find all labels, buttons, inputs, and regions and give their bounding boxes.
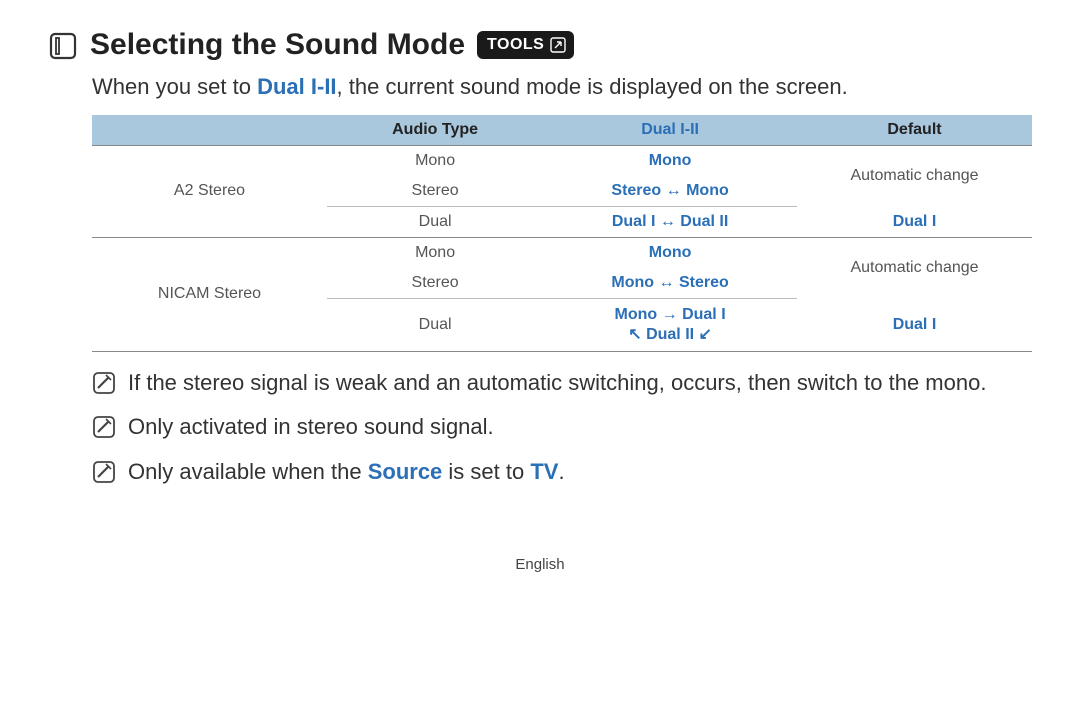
note3-pre: Only available when the bbox=[128, 459, 368, 484]
page-title: Selecting the Sound Mode bbox=[90, 28, 465, 62]
cell-dual-line2: ↖ Dual II ↙ bbox=[628, 326, 712, 343]
th-audio-type: Audio Type bbox=[327, 115, 543, 146]
sound-mode-table: Audio Type Dual I-II Default A2 Stereo M… bbox=[92, 115, 1032, 352]
cell-default: Automatic change bbox=[797, 237, 1032, 298]
cell-dual: Stereo ↔ Mono bbox=[543, 176, 797, 207]
table-row: A2 Stereo Mono Mono Automatic change bbox=[92, 145, 1032, 176]
cell-audio: Stereo bbox=[327, 176, 543, 207]
cell-default: Dual I bbox=[797, 298, 1032, 351]
cell-audio: Mono bbox=[327, 145, 543, 176]
note3-post: . bbox=[558, 459, 564, 484]
cell-default: Automatic change bbox=[797, 145, 1032, 206]
note-icon bbox=[92, 415, 116, 447]
cell-audio: Dual bbox=[327, 206, 543, 237]
heading-row: Selecting the Sound Mode TOOLS bbox=[48, 28, 1032, 62]
cell-default: Dual I bbox=[797, 206, 1032, 237]
group-label-a2: A2 Stereo bbox=[92, 145, 327, 237]
cell-audio: Stereo bbox=[327, 268, 543, 299]
cell-audio: Mono bbox=[327, 237, 543, 268]
cell-dual: Mono ↔ Stereo bbox=[543, 268, 797, 299]
intro-text: When you set to Dual I-II, the current s… bbox=[92, 72, 1032, 103]
group-label-nicam: NICAM Stereo bbox=[92, 237, 327, 351]
table-row: NICAM Stereo Mono Mono Automatic change bbox=[92, 237, 1032, 268]
th-default: Default bbox=[797, 115, 1032, 146]
note-text: Only available when the Source is set to… bbox=[128, 457, 565, 492]
th-blank bbox=[92, 115, 327, 146]
note-item: Only available when the Source is set to… bbox=[92, 457, 1032, 492]
note-icon bbox=[92, 371, 116, 403]
intro-post: , the current sound mode is displayed on… bbox=[337, 74, 848, 99]
note-item: If the stereo signal is weak and an auto… bbox=[92, 368, 1032, 403]
intro-emph: Dual I-II bbox=[257, 74, 336, 99]
table-header-row: Audio Type Dual I-II Default bbox=[92, 115, 1032, 146]
tools-badge: TOOLS bbox=[477, 31, 574, 59]
cell-dual: Dual I ↔ Dual II bbox=[543, 206, 797, 237]
th-dual: Dual I-II bbox=[543, 115, 797, 146]
cell-dual: Mono bbox=[543, 237, 797, 268]
cell-dual: Mono bbox=[543, 145, 797, 176]
note3-mid: is set to bbox=[442, 459, 530, 484]
notes-section: If the stereo signal is weak and an auto… bbox=[92, 368, 1032, 492]
intro-pre: When you set to bbox=[92, 74, 257, 99]
note-item: Only activated in stereo sound signal. bbox=[92, 412, 1032, 447]
note-icon bbox=[92, 460, 116, 492]
note-text: If the stereo signal is weak and an auto… bbox=[128, 368, 986, 403]
book-icon bbox=[48, 31, 78, 61]
cell-dual: Mono → Dual I ↖ Dual II ↙ bbox=[543, 298, 797, 351]
note3-tv: TV bbox=[530, 459, 558, 484]
tools-icon bbox=[550, 37, 566, 53]
cell-dual-line1: Mono → Dual I bbox=[615, 306, 726, 323]
note3-source: Source bbox=[368, 459, 443, 484]
note-text: Only activated in stereo sound signal. bbox=[128, 412, 494, 447]
page-footer: English bbox=[48, 556, 1032, 573]
cell-audio: Dual bbox=[327, 298, 543, 351]
tools-label: TOOLS bbox=[487, 36, 544, 54]
